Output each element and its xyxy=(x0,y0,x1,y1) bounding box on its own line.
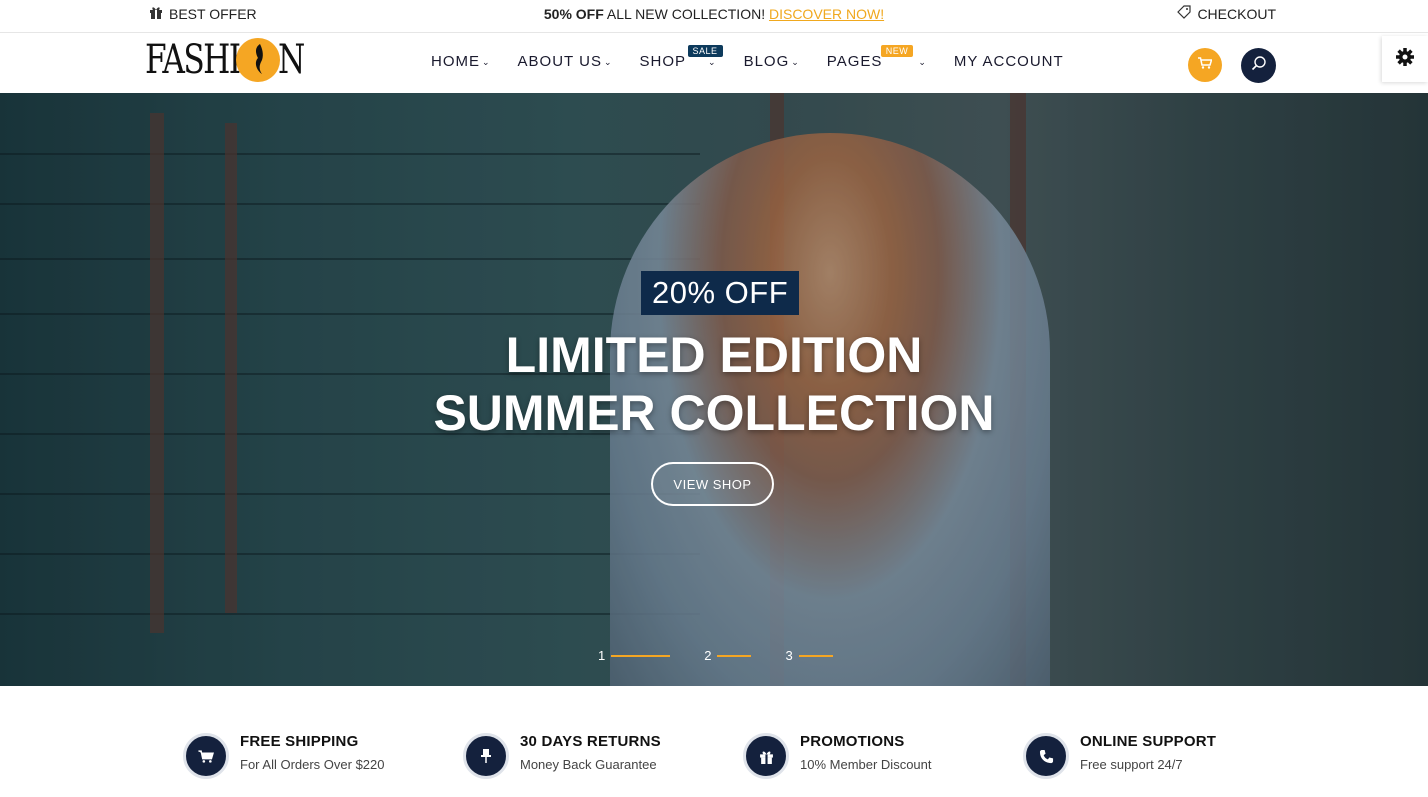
discount-label: 20% OFF xyxy=(641,271,800,315)
cart-icon xyxy=(1198,56,1213,74)
checkout-link[interactable]: CHECKOUT xyxy=(1177,5,1276,22)
gift-icon xyxy=(743,733,789,779)
feature-promotions: PROMOTIONS 10% Member Discount xyxy=(743,733,932,779)
hero-headline: LIMITED EDITION SUMMER COLLECTION xyxy=(433,327,995,441)
slide-dot-3[interactable]: 3 xyxy=(785,648,833,663)
nav-about-us[interactable]: ABOUT US ⌄ xyxy=(518,53,613,70)
view-shop-button[interactable]: VIEW SHOP xyxy=(651,462,774,506)
logo-emblem-icon xyxy=(236,38,281,82)
nav-my-account[interactable]: MY ACCOUNT xyxy=(954,53,1064,70)
settings-button[interactable] xyxy=(1382,36,1428,82)
promo-text: ALL NEW COLLECTION! xyxy=(606,6,766,22)
feature-title: FREE SHIPPING xyxy=(240,733,359,750)
nav-shop[interactable]: SHOP SALE ⌄ xyxy=(640,45,723,70)
search-button[interactable] xyxy=(1241,48,1276,83)
chevron-down-icon: ⌄ xyxy=(791,57,800,67)
sale-badge: SALE xyxy=(687,45,723,57)
cart-button[interactable] xyxy=(1188,48,1222,82)
pin-icon xyxy=(463,733,509,779)
chevron-down-icon: ⌄ xyxy=(918,57,927,67)
phone-icon xyxy=(1023,733,1069,779)
tag-icon xyxy=(1177,5,1192,22)
slider-pagination: 1 2 3 xyxy=(598,648,867,663)
feature-online-support: ONLINE SUPPORT Free support 24/7 xyxy=(1023,733,1216,779)
top-bar: BEST OFFER 50% OFF ALL NEW COLLECTION! D… xyxy=(0,0,1428,33)
search-icon xyxy=(1251,55,1267,76)
feature-subtitle: Money Back Guarantee xyxy=(520,757,657,772)
chevron-down-icon: ⌄ xyxy=(482,57,491,67)
feature-subtitle: Free support 24/7 xyxy=(1080,757,1183,772)
main-nav: HOME ⌄ ABOUT US ⌄ SHOP SALE ⌄ BLOG ⌄ PAGES … xyxy=(431,45,1091,70)
site-logo[interactable]: FASHI N xyxy=(145,38,313,82)
features-bar: FREE SHIPPING For All Orders Over $220 3… xyxy=(0,686,1428,797)
promo-bold: 50% OFF xyxy=(543,6,604,22)
gear-icon xyxy=(1395,47,1415,72)
feature-subtitle: For All Orders Over $220 xyxy=(240,757,385,772)
chevron-down-icon: ⌄ xyxy=(603,57,613,67)
cart-icon xyxy=(183,733,229,779)
feature-subtitle: 10% Member Discount xyxy=(800,757,932,772)
feature-title: 30 DAYS RETURNS xyxy=(520,733,661,750)
checkout-label: CHECKOUT xyxy=(1197,5,1276,22)
feature-title: PROMOTIONS xyxy=(800,733,905,750)
nav-blog[interactable]: BLOG ⌄ xyxy=(744,53,800,70)
feature-free-shipping: FREE SHIPPING For All Orders Over $220 xyxy=(183,733,385,779)
nav-home[interactable]: HOME ⌄ xyxy=(431,53,491,70)
feature-title: ONLINE SUPPORT xyxy=(1080,733,1217,750)
discover-now-link[interactable]: DISCOVER NOW! xyxy=(769,6,884,22)
feature-returns: 30 DAYS RETURNS Money Back Guarantee xyxy=(463,733,661,779)
main-header: FASHI N HOME ⌄ ABOUT US ⌄ SHOP SALE ⌄ BLOG… xyxy=(0,34,1428,92)
nav-pages[interactable]: PAGES NEW ⌄ xyxy=(827,45,927,70)
new-badge: NEW xyxy=(880,45,914,57)
slide-dot-1[interactable]: 1 xyxy=(598,648,671,663)
chevron-down-icon: ⌄ xyxy=(708,57,717,67)
slide-dot-2[interactable]: 2 xyxy=(704,648,752,663)
